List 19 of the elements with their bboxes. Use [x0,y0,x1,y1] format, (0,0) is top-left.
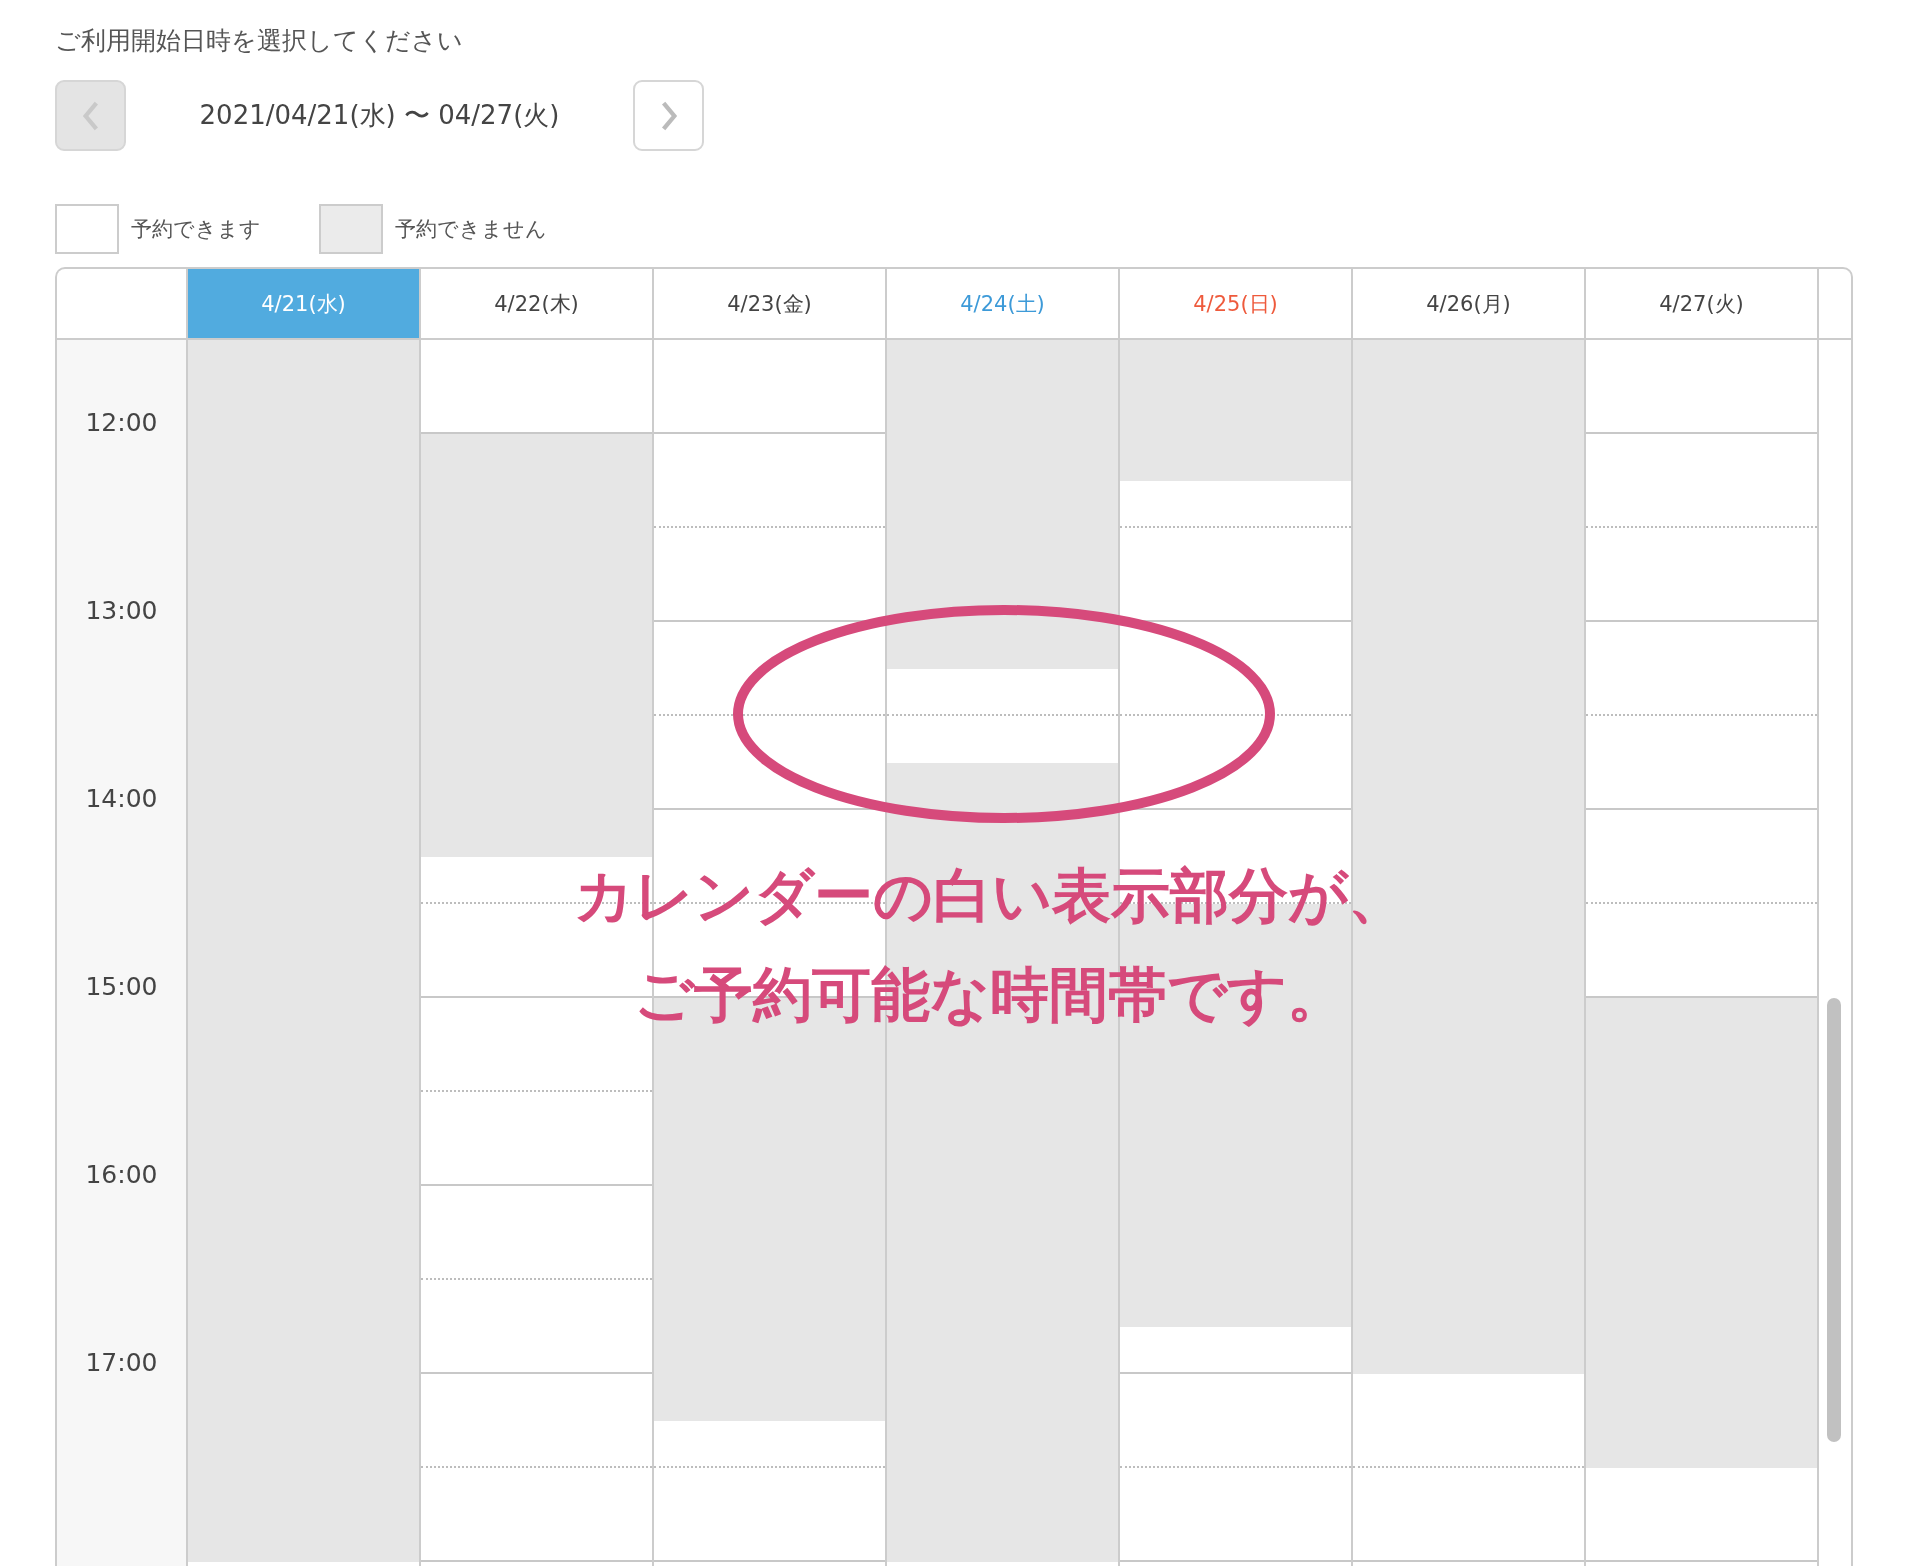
legend-label: 予約できます [131,216,261,243]
day-header[interactable]: 4/27(火) [1586,269,1819,338]
day-header[interactable]: 4/26(月) [1353,269,1586,338]
scrollbar-thumb[interactable] [1827,998,1841,1442]
time-label: 13:00 [84,596,159,627]
chevron-right-icon [659,100,678,131]
next-week-button[interactable] [633,80,704,151]
date-range: 2021/04/21(水) 〜 04/27(火) [198,99,561,132]
legend-label: 予約できません [395,216,547,243]
page-heading: ご利用開始日時を選択してください [55,25,464,57]
day-header[interactable]: 4/22(木) [421,269,654,338]
day-header[interactable]: 4/23(金) [654,269,887,338]
time-label: 12:00 [84,408,159,439]
annotation-text: カレンダーの白い表示部分が、 [573,866,1407,925]
chevron-left-icon [81,100,100,131]
time-label: 17:00 [84,1348,159,1379]
time-label: 14:00 [84,784,159,815]
time-label: 15:00 [84,972,159,1003]
time-label: 16:00 [84,1160,159,1191]
